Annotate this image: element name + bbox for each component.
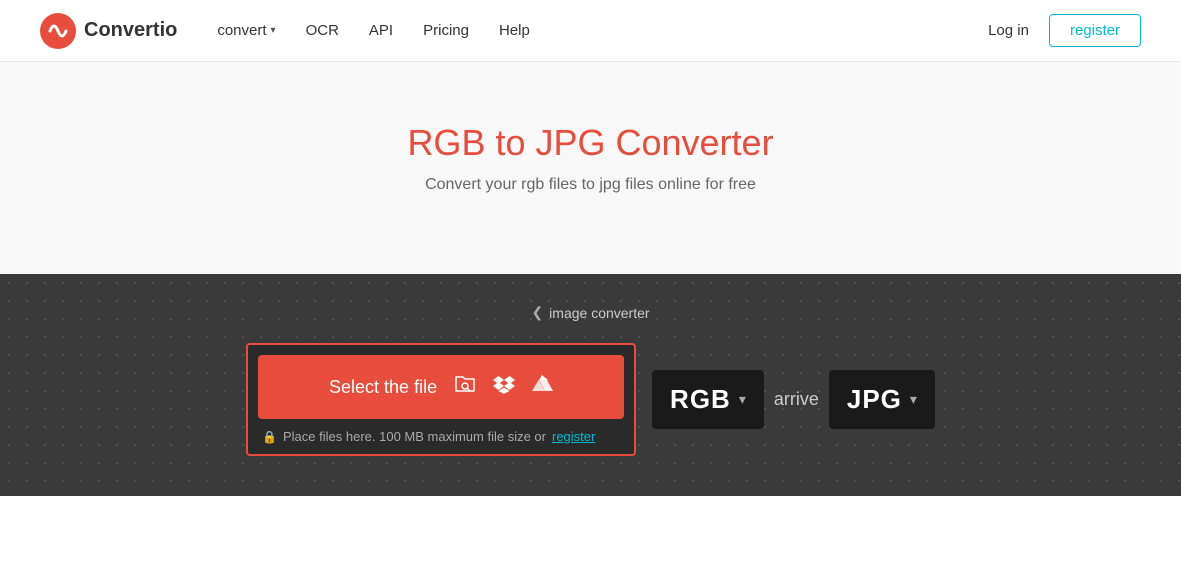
target-format-chevron-icon: ▾ bbox=[910, 391, 917, 408]
source-format-button[interactable]: RGB ▾ bbox=[652, 370, 764, 429]
breadcrumb: ❮ image converter bbox=[40, 304, 1141, 321]
file-browse-icon bbox=[453, 373, 477, 401]
target-format-text: JPG bbox=[847, 384, 902, 415]
login-link[interactable]: Log in bbox=[988, 22, 1029, 39]
nav-help[interactable]: Help bbox=[499, 22, 530, 39]
nav-auth: Log in register bbox=[988, 14, 1141, 47]
converter-row: Select the file bbox=[40, 343, 1141, 456]
hero-section: RGB to JPG Converter Convert your rgb fi… bbox=[0, 62, 1181, 274]
hint-register-link[interactable]: register bbox=[552, 429, 595, 444]
select-file-button[interactable]: Select the file bbox=[258, 355, 624, 419]
logo-icon bbox=[40, 13, 76, 49]
dropbox-icon bbox=[493, 373, 515, 401]
select-file-label: Select the file bbox=[329, 377, 437, 398]
source-format-chevron-icon: ▾ bbox=[739, 391, 746, 408]
register-button[interactable]: register bbox=[1049, 14, 1141, 47]
nav-ocr[interactable]: OCR bbox=[306, 22, 339, 39]
breadcrumb-text: image converter bbox=[549, 305, 649, 321]
nav-pricing[interactable]: Pricing bbox=[423, 22, 469, 39]
lock-icon: 🔒 bbox=[262, 430, 277, 444]
page-title: RGB to JPG Converter bbox=[20, 122, 1161, 164]
file-select-box: Select the file bbox=[246, 343, 636, 456]
target-format-button[interactable]: JPG ▾ bbox=[829, 370, 935, 429]
logo-text: Convertio bbox=[84, 19, 177, 42]
file-hint: 🔒 Place files here. 100 MB maximum file … bbox=[258, 429, 624, 444]
hero-subtitle: Convert your rgb files to jpg files onli… bbox=[20, 176, 1161, 194]
source-format-text: RGB bbox=[670, 384, 731, 415]
nav-api[interactable]: API bbox=[369, 22, 393, 39]
logo[interactable]: Convertio bbox=[40, 13, 177, 49]
nav-convert[interactable]: convert ▾ bbox=[217, 22, 275, 39]
breadcrumb-chevron-icon: ❮ bbox=[531, 304, 543, 321]
nav-links: convert ▾ OCR API Pricing Help bbox=[217, 22, 988, 39]
converter-section: ❮ image converter Select the file bbox=[0, 274, 1181, 496]
navbar: Convertio convert ▾ OCR API Pricing Help… bbox=[0, 0, 1181, 62]
format-group: RGB ▾ arrive JPG ▾ bbox=[652, 370, 935, 429]
google-drive-icon bbox=[531, 373, 553, 401]
arrow-text: arrive bbox=[774, 389, 819, 410]
chevron-down-icon: ▾ bbox=[271, 25, 276, 36]
